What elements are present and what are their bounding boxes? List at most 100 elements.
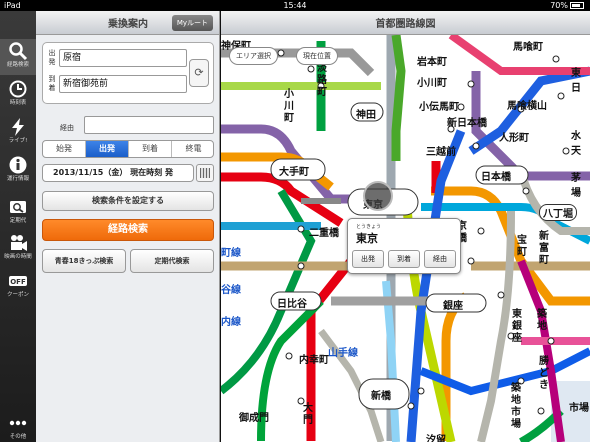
popup-set-via-button[interactable]: 経由 xyxy=(424,250,456,268)
rail-item-movie-times[interactable]: 映画の時間 xyxy=(0,231,36,267)
line-label-a: 町線 xyxy=(221,248,241,259)
station-kanda[interactable]: 神田 xyxy=(356,106,376,121)
pass-icon xyxy=(10,201,26,213)
commuter-pass-search-button[interactable]: 定期代検索 xyxy=(130,249,214,273)
info-icon xyxy=(9,156,27,174)
mode-arrival[interactable]: 到着 xyxy=(129,141,172,157)
station-popup: とうきょう 東京 出発 到着 経由 xyxy=(347,218,461,274)
station-awajicho[interactable]: 淡路町 xyxy=(317,63,329,99)
station-ogawamachi[interactable]: 小川町 xyxy=(417,74,447,89)
swap-icon: ⟳ xyxy=(194,66,204,79)
station-bakuroyokoyama[interactable]: 馬喰横山 xyxy=(507,97,547,112)
station-ichiba[interactable]: 市場 xyxy=(569,399,589,414)
status-bar: iPad 15:44 70% xyxy=(0,0,590,11)
popup-set-arrival-button[interactable]: 到着 xyxy=(388,250,420,268)
from-label: 出発 xyxy=(48,49,56,66)
station-ginza[interactable]: 銀座 xyxy=(443,297,463,312)
datetime-field[interactable]: 2013/11/15（金） 現在時刻 発 xyxy=(42,164,194,182)
via-label: 経由 xyxy=(60,124,74,132)
station-ogawamachi-vertical[interactable]: 小川町 xyxy=(284,89,296,125)
station-bakurocho[interactable]: 馬喰町 xyxy=(513,38,543,53)
rail-item-commuter-pass[interactable]: 定期代 xyxy=(0,195,36,231)
tool-rail: 経路検索 時刻表 ライブ! 運行情報 定期代 映画の時間 OFF クーポン その xyxy=(0,11,36,442)
popup-set-departure-button[interactable]: 出発 xyxy=(352,250,384,268)
popup-station-name: 東京 xyxy=(356,232,378,245)
station-shintomicho[interactable]: 新富町 xyxy=(539,231,551,267)
station-ningyocho[interactable]: 人形町 xyxy=(499,129,529,144)
to-station-field[interactable]: 新宿御苑前 xyxy=(59,75,187,93)
rail-item-live[interactable]: ライブ! xyxy=(0,115,36,151)
station-uchisaiwaicho[interactable]: 内幸町 xyxy=(299,351,329,366)
station-shimbashi[interactable]: 新橋 xyxy=(371,387,391,402)
time-mode-selector: 始発 出発 到着 終電 xyxy=(42,140,214,158)
rail-item-timetable[interactable]: 時刻表 xyxy=(0,77,36,113)
station-tsukiji[interactable]: 築地 xyxy=(537,309,549,333)
map-lens xyxy=(363,181,393,211)
rail-label: その他 xyxy=(9,434,27,440)
station-daimon[interactable]: 大門 xyxy=(303,403,315,427)
station-shiodome[interactable]: 汐留 xyxy=(426,431,446,442)
station-mitsukoshimae[interactable]: 三越前 xyxy=(426,143,456,158)
station-kachidoki[interactable]: 勝どき xyxy=(539,356,551,392)
station-otemachi[interactable]: 大手町 xyxy=(279,163,309,178)
rail-item-other[interactable]: その他 xyxy=(0,411,36,442)
movie-camera-icon xyxy=(11,235,27,251)
search-conditions-button[interactable]: 検索条件を設定する xyxy=(42,191,214,211)
station-iwamotocho[interactable]: 岩本町 xyxy=(417,53,447,68)
rail-label: クーポン xyxy=(6,292,29,298)
station-hatchobori[interactable]: 八丁堀 xyxy=(539,204,577,221)
rail-label: ライブ! xyxy=(8,138,28,144)
battery-status: 70% xyxy=(550,0,584,11)
calendar-icon[interactable] xyxy=(196,164,214,182)
station-nihombashi[interactable]: 日本橋 xyxy=(481,168,511,183)
myroute-button[interactable]: Myルート xyxy=(171,15,213,31)
clock: 15:44 xyxy=(283,1,307,10)
station-shinnihombashi[interactable]: 新日本橋 xyxy=(447,114,487,129)
panel-header: 乗換案内 Myルート xyxy=(36,11,219,35)
popup-station-kana: とうきょう xyxy=(356,224,382,230)
lightning-icon xyxy=(12,118,24,136)
rail-label: 定期代 xyxy=(9,218,27,224)
svg-text:OFF: OFF xyxy=(10,278,26,286)
route-search-button[interactable]: 経路検索 xyxy=(42,219,214,241)
map-header: 首都圏路線図 xyxy=(221,11,590,35)
area-select-button[interactable]: エリア選択 xyxy=(229,47,278,65)
route-map[interactable]: 首都圏路線図 エリア選択 現在位置 岩本町 馬喰町 淡路町 小川町 小川町 神田… xyxy=(221,11,590,442)
mode-departure[interactable]: 出発 xyxy=(86,141,129,157)
rail-label: 映画の時間 xyxy=(4,254,32,260)
coupon-icon: OFF xyxy=(9,276,27,286)
station-takara[interactable]: 宝町 xyxy=(517,235,529,259)
search-icon xyxy=(9,42,28,61)
station-kayaba[interactable]: 茅場 xyxy=(571,169,590,199)
seishun18-search-button[interactable]: 青春18きっぷ検索 xyxy=(42,249,126,273)
more-icon xyxy=(9,420,27,426)
station-suiten[interactable]: 水天 xyxy=(571,127,590,157)
station-onarimon[interactable]: 御成門 xyxy=(239,409,269,424)
line-label-yamanote: 山手線 xyxy=(328,348,358,359)
rail-item-coupon[interactable]: OFF クーポン xyxy=(0,269,36,305)
rail-item-service-info[interactable]: 運行情報 xyxy=(0,153,36,189)
app-window: iPad 15:44 70% 経路検索 時刻表 ライブ! 運行情報 定期代 映画… xyxy=(0,0,590,442)
mode-last-train[interactable]: 終電 xyxy=(172,141,213,157)
via-station-field[interactable] xyxy=(84,116,214,134)
current-location-button[interactable]: 現在位置 xyxy=(296,47,338,65)
clock-icon xyxy=(9,80,27,98)
mode-first-train[interactable]: 始発 xyxy=(43,141,86,157)
line-label-c: 内線 xyxy=(221,317,241,328)
line-label-b: 谷線 xyxy=(221,285,241,296)
rail-label: 運行情報 xyxy=(6,176,29,182)
rail-item-route-search[interactable]: 経路検索 xyxy=(0,39,36,75)
station-higashiginza[interactable]: 東銀座 xyxy=(512,309,524,345)
battery-icon xyxy=(570,2,584,9)
station-tsukiji-shijo[interactable]: 築地市場 xyxy=(511,383,523,431)
station-higashi[interactable]: 東日 xyxy=(571,64,590,94)
from-station-field[interactable]: 原宿 xyxy=(59,49,187,67)
station-nijubashi[interactable]: 二重橋 xyxy=(309,224,339,239)
to-label: 到着 xyxy=(48,75,56,92)
station-hibiya[interactable]: 日比谷 xyxy=(277,295,307,310)
swap-stations-button[interactable]: ⟳ xyxy=(189,59,209,87)
battery-percent: 70% xyxy=(550,1,568,10)
station-kodemmacho[interactable]: 小伝馬町 xyxy=(419,98,459,113)
route-search-panel: 乗換案内 Myルート 出発 原宿 到着 新宿御苑前 ⟳ 経由 始発 出発 到着 … xyxy=(36,11,220,442)
route-box: 出発 原宿 到着 新宿御苑前 ⟳ xyxy=(42,42,214,104)
